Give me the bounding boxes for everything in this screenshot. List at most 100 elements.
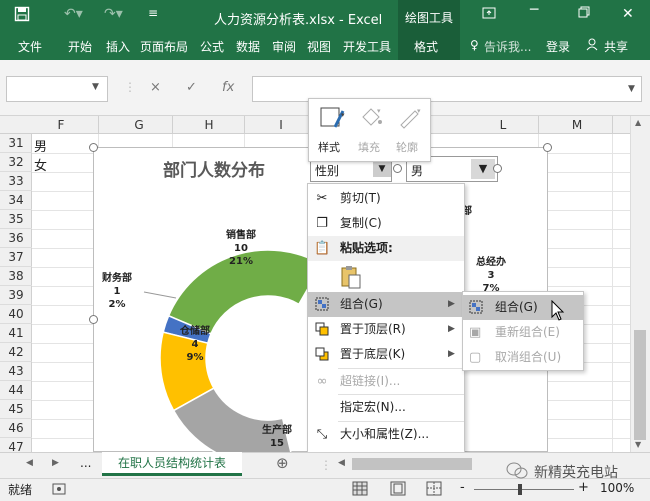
enter-icon[interactable]: ✓ [186, 80, 197, 95]
row-header[interactable]: 32 [0, 153, 32, 172]
macro-record-icon[interactable] [52, 482, 66, 499]
zoom-level[interactable]: 100% [600, 481, 634, 495]
row-header[interactable]: 31 [0, 134, 32, 153]
add-sheet-button[interactable]: ⊕ [276, 454, 289, 472]
tab-format[interactable]: 格式 [414, 38, 438, 55]
chevron-down-icon[interactable]: ▼ [471, 159, 495, 179]
submenu-item-group[interactable]: 组合(G) [463, 295, 583, 320]
style-label[interactable]: 样式 [318, 139, 340, 155]
column-header-f[interactable]: F [32, 118, 90, 132]
horizontal-scrollbar-thumb[interactable] [352, 458, 472, 470]
menu-item-cut[interactable]: ✂ 剪切(T) [308, 186, 464, 211]
submenu-item-regroup[interactable]: ▣ 重新组合(E) [463, 320, 583, 345]
row-header[interactable]: 40 [0, 305, 32, 324]
menu-item-hyperlink[interactable]: ∞ 超链接(I)... [308, 369, 464, 394]
restore-icon[interactable] [578, 6, 590, 22]
chevron-down-icon[interactable]: ▼ [373, 161, 391, 177]
login-link[interactable]: 登录 [546, 38, 570, 55]
row-header[interactable]: 42 [0, 343, 32, 362]
column-header-m[interactable]: M [548, 118, 606, 132]
cell-f32[interactable]: 女 [34, 155, 47, 174]
row-header[interactable]: 44 [0, 381, 32, 400]
row-header[interactable]: 45 [0, 400, 32, 419]
tab-formulas[interactable]: 公式 [200, 38, 224, 55]
scroll-down-icon[interactable]: ▼ [635, 440, 641, 449]
column-header-g[interactable]: G [110, 118, 168, 132]
save-icon[interactable] [14, 6, 30, 26]
svg-text:▾: ▾ [417, 107, 421, 115]
column-header-l[interactable]: L [474, 118, 532, 132]
row-header[interactable]: 37 [0, 248, 32, 267]
row-header[interactable]: 33 [0, 172, 32, 191]
shape-style-icon[interactable]: ▾ [319, 105, 347, 134]
resize-handle[interactable] [393, 164, 402, 173]
mini-toolbar: ▾ ▾ ▾ 样式 填充 轮廓 [308, 98, 431, 162]
tell-me-box[interactable]: 告诉我... [484, 38, 531, 55]
undo-icon[interactable]: ↶▾ [64, 6, 83, 22]
row-header[interactable]: 34 [0, 191, 32, 210]
scrollbar-thumb[interactable] [634, 330, 646, 440]
submenu-item-ungroup[interactable]: ▢ 取消组合(U) [463, 345, 583, 370]
row-header[interactable]: 39 [0, 286, 32, 305]
pen-outline-icon[interactable]: ▾ [397, 105, 423, 134]
leader-line [143, 291, 177, 299]
customize-qat-icon[interactable]: ≡ [148, 6, 158, 20]
expand-formula-icon[interactable]: ▼ [628, 84, 635, 94]
ribbon-display-icon[interactable] [482, 6, 496, 24]
tab-developer[interactable]: 开发工具 [343, 38, 391, 55]
zoom-in-button[interactable]: + [578, 480, 589, 495]
more-sheets[interactable]: ... [80, 456, 91, 470]
next-sheet-icon[interactable]: ▶ [52, 458, 59, 468]
row-header[interactable]: 43 [0, 362, 32, 381]
tab-file[interactable]: 文件 [18, 38, 42, 55]
chevron-down-icon[interactable]: ▼ [92, 82, 99, 92]
cancel-icon[interactable]: × [150, 80, 161, 95]
menu-item-group[interactable]: 组合(G) ▶ [308, 292, 464, 317]
page-layout-view-icon[interactable] [390, 481, 406, 499]
sheet-tab-active[interactable]: 在职人员结构统计表 [102, 452, 242, 476]
row-header[interactable]: 38 [0, 267, 32, 286]
page-break-view-icon[interactable] [426, 481, 442, 499]
outline-label[interactable]: 轮廓 [396, 139, 418, 155]
cell-f31[interactable]: 男 [34, 136, 47, 155]
data-label-gm-office: 总经办 3 7% [476, 257, 506, 294]
column-header-h[interactable]: H [180, 118, 238, 132]
size-icon: ⤡ [316, 427, 328, 442]
tab-home[interactable]: 开始 [68, 38, 92, 55]
menu-item-bring-front[interactable]: 置于顶层(R) ▶ [308, 317, 464, 342]
menu-item-assign-macro[interactable]: 指定宏(N)... [308, 395, 464, 420]
tab-review[interactable]: 审阅 [272, 38, 296, 55]
formula-bar-grip: ⋮ [124, 80, 136, 94]
paste-icon[interactable] [340, 264, 362, 293]
menu-item-size-properties[interactable]: ⤡ 大小和属性(Z)... [308, 422, 464, 447]
tab-split-grip[interactable]: ⋮ [320, 458, 332, 472]
column-header-i[interactable]: I [252, 118, 310, 132]
insert-function-icon[interactable]: fx [222, 80, 234, 95]
tab-page-layout[interactable]: 页面布局 [140, 38, 188, 55]
svg-text:▾: ▾ [341, 111, 345, 119]
paint-bucket-icon[interactable]: ▾ [359, 105, 385, 134]
row-header[interactable]: 36 [0, 229, 32, 248]
menu-item-send-back[interactable]: 置于底层(K) ▶ [308, 342, 464, 367]
minimize-icon[interactable]: ─ [530, 2, 538, 18]
normal-view-icon[interactable] [352, 481, 368, 499]
tab-view[interactable]: 视图 [307, 38, 331, 55]
zoom-slider-thumb[interactable] [518, 484, 522, 495]
prev-sheet-icon[interactable]: ◀ [26, 458, 33, 468]
scroll-up-icon[interactable]: ▲ [635, 118, 641, 127]
row-header[interactable]: 46 [0, 419, 32, 438]
row-header[interactable]: 41 [0, 324, 32, 343]
tab-data[interactable]: 数据 [236, 38, 260, 55]
fill-label[interactable]: 填充 [358, 139, 380, 155]
tab-insert[interactable]: 插入 [106, 38, 130, 55]
close-icon[interactable]: ✕ [622, 6, 634, 22]
scroll-left-icon[interactable]: ◀ [338, 458, 345, 468]
menu-item-copy[interactable]: ❐ 复制(C) [308, 211, 464, 236]
zoom-slider[interactable] [474, 489, 574, 490]
link-icon: ∞ [316, 374, 328, 389]
redo-icon[interactable]: ↷▾ [104, 6, 123, 22]
resize-handle[interactable] [493, 164, 502, 173]
zoom-out-button[interactable]: - [460, 480, 465, 495]
row-header[interactable]: 35 [0, 210, 32, 229]
share-button[interactable]: 共享 [604, 38, 628, 55]
